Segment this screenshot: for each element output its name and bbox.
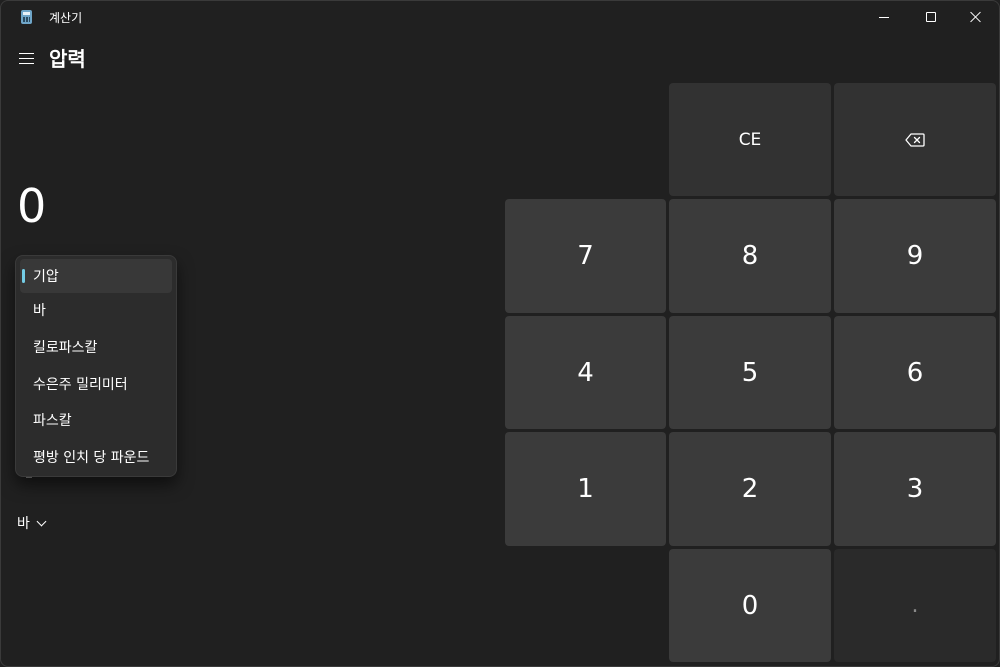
dropdown-item-label: 바: [33, 303, 46, 319]
digit-9-button[interactable]: 9: [834, 199, 996, 313]
digit-7-button[interactable]: 7: [505, 199, 666, 313]
maximize-button[interactable]: [908, 1, 954, 33]
maximize-icon: [926, 12, 936, 22]
minimize-icon: [879, 16, 889, 18]
dropdown-item-bar[interactable]: 바: [20, 293, 172, 327]
digit-3-button[interactable]: 3: [834, 432, 996, 546]
decimal-button[interactable]: .: [834, 549, 996, 662]
dropdown-item-psi[interactable]: 평방 인치 당 파운드: [20, 440, 172, 474]
page-title: 압력: [49, 47, 86, 71]
target-unit-selector[interactable]: 바: [17, 513, 47, 533]
digit-6-button[interactable]: 6: [834, 316, 996, 429]
input-value-display: 0: [17, 179, 47, 233]
dropdown-item-kilopascal[interactable]: 킬로파스칼: [20, 330, 172, 364]
dropdown-item-label: 수은주 밀리미터: [33, 377, 128, 393]
chevron-down-icon: [36, 516, 47, 526]
dropdown-item-label: 파스칼: [33, 413, 72, 429]
digit-4-button[interactable]: 4: [505, 316, 666, 429]
obscured-unit-hint: [26, 477, 32, 478]
dropdown-item-label: 기압: [33, 269, 59, 285]
selection-indicator: [22, 269, 25, 283]
digit-8-button[interactable]: 8: [669, 199, 831, 313]
title-bar: 계산기: [1, 1, 999, 33]
dropdown-item-atmosphere[interactable]: 기압: [20, 259, 172, 293]
navigation-menu-button[interactable]: [15, 47, 37, 69]
close-button[interactable]: [953, 1, 999, 33]
digit-1-button[interactable]: 1: [505, 432, 666, 546]
calculator-app-icon: [21, 10, 32, 24]
dropdown-item-pascal[interactable]: 파스칼: [20, 403, 172, 437]
target-unit-label: 바: [17, 516, 30, 532]
minimize-button[interactable]: [861, 1, 907, 33]
dropdown-item-label: 킬로파스칼: [33, 340, 98, 356]
digit-0-button[interactable]: 0: [669, 549, 831, 662]
window-title: 계산기: [49, 11, 83, 25]
hamburger-icon: [18, 52, 34, 54]
clear-entry-button[interactable]: CE: [669, 83, 831, 196]
unit-dropdown-list: 기압 바 킬로파스칼 수은주 밀리미터 파스칼 평방 인치 당 파운드: [15, 255, 177, 477]
backspace-icon: [905, 132, 925, 147]
digit-5-button[interactable]: 5: [669, 316, 831, 429]
calculator-window: 계산기 압력 0 기압 바 킬로파스칼 수은주 밀리미터 파스칼 평방 인치 당…: [0, 0, 1000, 667]
dropdown-item-label: 평방 인치 당 파운드: [33, 450, 150, 466]
close-icon: [970, 11, 982, 23]
dropdown-item-mmhg[interactable]: 수은주 밀리미터: [20, 367, 172, 401]
digit-2-button[interactable]: 2: [669, 432, 831, 546]
backspace-button[interactable]: [834, 83, 996, 196]
